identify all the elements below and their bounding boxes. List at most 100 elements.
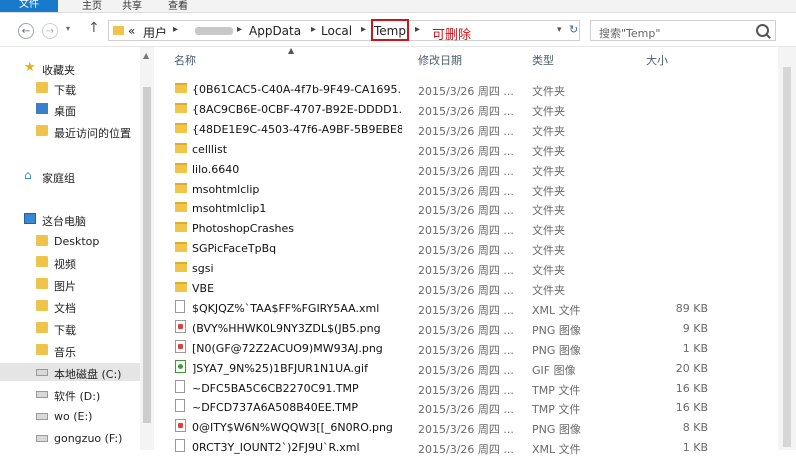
file-type: GIF 图像	[532, 363, 576, 377]
file-size: 16 KB	[675, 401, 708, 415]
folder-row[interactable]: msohtmlclip1 2015/3/26 周四 ... 文件夹	[160, 198, 720, 218]
tab-view[interactable]: 查看	[168, 0, 188, 12]
up-button[interactable]: ↑	[88, 20, 100, 36]
deletable-annotation: 可删除	[432, 28, 472, 43]
file-size: 20 KB	[675, 361, 708, 375]
file-row[interactable]: ~DFC5BA5C6CB2270C91.TMP 2015/3/26 周四 ... T…	[160, 378, 720, 398]
file-row[interactable]: ]SYA7_9N%25)1BFJUR1N1UA.gif 2015/3/26 周四 …	[160, 358, 720, 378]
folder-row[interactable]: lilo.6640 2015/3/26 周四 ... 文件夹	[160, 159, 720, 179]
column-header-date[interactable]: 修改日期	[418, 52, 462, 68]
file-row[interactable]: 0@ITY$W6N%WQQW3[[_6N0RO.png 2015/3/26 周四 …	[160, 417, 720, 437]
file-type: 文件夹	[532, 284, 565, 297]
file-name: lilo.6640	[192, 162, 240, 176]
sidebar-item-drive-c[interactable]: 本地磁盘 (C:)	[0, 363, 140, 381]
folder-icon	[36, 235, 48, 246]
file-type: 文件夹	[532, 264, 565, 278]
folder-row[interactable]: celllist 2015/3/26 周四 ... 文件夹	[160, 139, 720, 159]
file-row[interactable]: 0RCT3Y_IOUNT2`)2FJ9U`R.xml 2015/3/26 周四 .…	[160, 437, 720, 457]
file-date: 2015/3/26 周四 ...	[418, 403, 514, 417]
file-type: TMP 文件	[532, 383, 581, 397]
file-row[interactable]: ~DFCD737A6A508B40EE.TMP 2015/3/26 周四 ... T…	[160, 397, 720, 417]
file-size: 1 KB	[682, 441, 708, 455]
sidebar-scroll-thumb[interactable]	[143, 87, 151, 423]
breadcrumb-overflow[interactable]: «	[128, 24, 135, 38]
folder-icon	[175, 222, 187, 233]
folder-row[interactable]: {48DE1E9C-4503-47f6-A9BF-5B9EBE8... 2015/…	[160, 119, 720, 139]
drive-icon	[36, 435, 48, 442]
search-icon[interactable]	[756, 24, 769, 37]
folder-icon	[175, 122, 187, 133]
address-bar[interactable]: « 用户 ▸ ▸ AppData ▸ Local ▸ Temp ▸ ▾ ↻	[108, 19, 580, 41]
file-name: SGPicFaceTpBq	[192, 242, 277, 256]
computer-icon	[24, 213, 36, 224]
file-type: XML 文件	[532, 443, 581, 457]
breadcrumb-local[interactable]: Local	[321, 24, 352, 38]
file-list-scrollbar[interactable]	[778, 47, 796, 450]
folder-row[interactable]: msohtmlclip 2015/3/26 周四 ... 文件夹	[160, 179, 720, 199]
search-placeholder: 搜索"Temp"	[599, 27, 661, 40]
breadcrumb-separator-icon[interactable]: ▸	[415, 24, 420, 35]
image-icon	[175, 419, 186, 433]
file-row[interactable]: [N0(GF@72Z2ACUO9)MW93AJ.png 2015/3/26 周四 …	[160, 338, 720, 358]
recent-dropdown-icon[interactable]: ▾	[66, 24, 70, 33]
breadcrumb-separator-icon[interactable]: ▸	[311, 24, 316, 35]
file-type: 文件夹	[532, 164, 565, 178]
file-date: 2015/3/26 周四 ...	[418, 343, 514, 357]
file-type: 文件夹	[532, 104, 565, 118]
folder-row[interactable]: SGPicFaceTpBq 2015/3/26 周四 ... 文件夹	[160, 238, 720, 258]
file-row[interactable]: (BVY%HHWK0L9NY3ZDL$(JB5.png 2015/3/26 周四 …	[160, 318, 720, 338]
file-name: $QKJQZ%`TAA$FF%FGIRY5AA.xml	[192, 301, 380, 315]
file-date: 2015/3/26 周四 ...	[418, 224, 514, 238]
folder-row[interactable]: PhotoshopCrashes 2015/3/26 周四 ... 文件夹	[160, 218, 720, 238]
file-size: 89 KB	[675, 301, 708, 315]
scroll-up-icon[interactable]: ▲	[143, 51, 149, 60]
address-dropdown-icon[interactable]: ▾	[557, 25, 562, 35]
breadcrumb-separator-icon[interactable]: ▸	[361, 24, 366, 35]
file-date: 2015/3/26 周四 ...	[418, 244, 514, 258]
folder-row[interactable]: {0B61CAC5-C40A-4f7b-9F49-CA1695... 2015/3…	[160, 79, 720, 99]
file-date: 2015/3/26 周四 ...	[418, 284, 514, 297]
folder-row[interactable]: {8AC9CB6E-0CBF-4707-B92E-DDDD1... 2015/3/…	[160, 99, 720, 119]
search-box[interactable]: 搜索"Temp"	[590, 20, 776, 41]
file-row[interactable]: $QKJQZ%`TAA$FF%FGIRY5AA.xml 2015/3/26 周四 …	[160, 298, 720, 318]
refresh-icon[interactable]: ↻	[569, 23, 578, 36]
document-icon	[175, 299, 185, 313]
back-button[interactable]: ←	[18, 23, 34, 39]
file-list-scroll-thumb[interactable]	[783, 67, 791, 447]
file-date: 2015/3/26 周四 ...	[418, 204, 514, 218]
column-header-size[interactable]: 大小	[646, 52, 668, 68]
file-date: 2015/3/26 周四 ...	[418, 104, 514, 118]
breadcrumb-separator-icon[interactable]: ▸	[237, 24, 242, 35]
download-folder-icon	[36, 322, 48, 333]
navigation-pane: ★ 收藏夹 下载 桌面 最近访问的位置 ⌂ 家庭组 这台电脑 Desktop 视…	[0, 47, 155, 450]
drive-icon	[36, 391, 48, 398]
column-header-type[interactable]: 类型	[532, 52, 554, 68]
video-folder-icon	[36, 256, 48, 267]
file-name: {8AC9CB6E-0CBF-4707-B92E-DDDD1...	[192, 102, 402, 116]
file-name: celllist	[192, 142, 228, 156]
folder-icon	[175, 83, 187, 93]
breadcrumb-appdata[interactable]: AppData	[249, 24, 301, 38]
file-type: 文件夹	[532, 244, 565, 258]
sidebar-scrollbar[interactable]: ▲	[140, 47, 154, 450]
file-name: 0@ITY$W6N%WQQW3[[_6N0RO.png	[192, 421, 393, 435]
drive-icon	[36, 369, 48, 376]
tab-file[interactable]: 文件	[0, 0, 58, 12]
folder-row[interactable]: sgsi 2015/3/26 周四 ... 文件夹	[160, 258, 720, 278]
column-header-name[interactable]: 名称	[174, 52, 196, 68]
breadcrumb-separator-icon[interactable]: ▸	[173, 24, 178, 35]
star-icon: ★	[24, 60, 36, 75]
desktop-icon	[36, 103, 48, 114]
folder-row[interactable]: VBE 2015/3/26 周四 ... 文件夹	[160, 278, 720, 298]
file-date: 2015/3/26 周四 ...	[418, 383, 514, 397]
tab-home[interactable]: 主页	[82, 0, 102, 12]
file-name: msohtmlclip1	[192, 202, 267, 216]
file-type: 文件夹	[532, 224, 565, 238]
tab-share[interactable]: 共享	[122, 0, 142, 12]
file-date: 2015/3/26 周四 ...	[418, 144, 514, 158]
folder-icon	[175, 282, 187, 292]
breadcrumb-users[interactable]: 用户	[143, 24, 167, 41]
file-size: 1 KB	[682, 341, 708, 355]
file-type: 文件夹	[532, 204, 565, 218]
forward-button[interactable]: →	[42, 23, 58, 39]
